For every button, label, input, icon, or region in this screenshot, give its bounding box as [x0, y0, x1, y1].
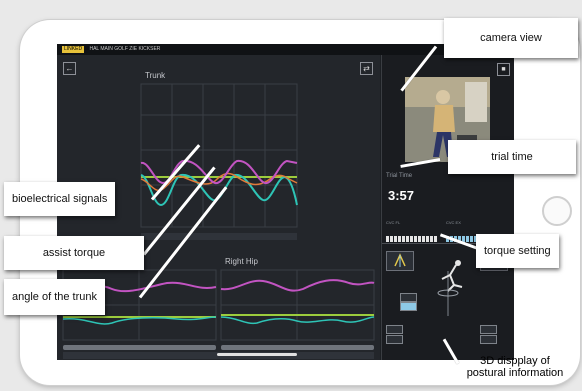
- right-hip-chart-title: Right Hip: [225, 257, 258, 266]
- left-hip-scrollbar[interactable]: [63, 345, 216, 350]
- cvc-fl-label: CVC FL: [386, 220, 401, 225]
- 3d-display-caption: 3D dispplay of postural information: [448, 355, 582, 379]
- trial-time-value: 3:57: [388, 188, 415, 203]
- assist-torque-callout: assist torque: [4, 236, 144, 270]
- camera-view-callout: camera view: [444, 18, 578, 58]
- torque-level-button-4[interactable]: [386, 335, 403, 344]
- right-hip-scrollbar[interactable]: [221, 345, 374, 350]
- posture-3d-figure: [437, 260, 463, 316]
- control-panel: ■ Trial Time 3:57 CVC FL CVC EX: [381, 55, 514, 360]
- cvc-fl-torque-bars[interactable]: [386, 229, 438, 242]
- trunk-bioelectrical-signal: [140, 173, 298, 207]
- home-indicator[interactable]: [217, 353, 297, 356]
- angle-of-trunk-callout: angle of the trunk: [4, 279, 106, 315]
- trial-time-callout: trial time: [448, 140, 576, 174]
- status-badge: LINKED: [62, 46, 85, 53]
- posture-left-indicator: [386, 251, 414, 271]
- app-title: HAL MAIN GOLF ZIE KICKSER: [89, 46, 161, 52]
- 3d-display-caption-line1: 3D dispplay of: [480, 355, 550, 367]
- torque-level-button-6[interactable]: [480, 335, 497, 344]
- torque-level-button-5[interactable]: [480, 325, 497, 334]
- torque-level-button-1[interactable]: [400, 293, 417, 302]
- trunk-legend-strip: [141, 233, 297, 240]
- home-button[interactable]: [542, 196, 572, 226]
- 3d-display-caption-line2: postural information: [466, 367, 564, 379]
- cvc-ex-label: CVC EX: [446, 220, 461, 225]
- trial-time-label: Trial Time: [386, 173, 413, 179]
- camera-icon[interactable]: ■: [497, 63, 510, 76]
- trunk-assist-torque: [140, 159, 298, 185]
- torque-setting-callout: torque setting: [476, 234, 559, 268]
- bioelectrical-signals-callout: bioelectrical signals: [4, 182, 116, 216]
- app-screen: LINKED HAL MAIN GOLF ZIE KICKSER ← ⇄ Tru…: [57, 44, 514, 360]
- torque-level-button-2[interactable]: [400, 302, 417, 311]
- torque-level-button-3[interactable]: [386, 325, 403, 334]
